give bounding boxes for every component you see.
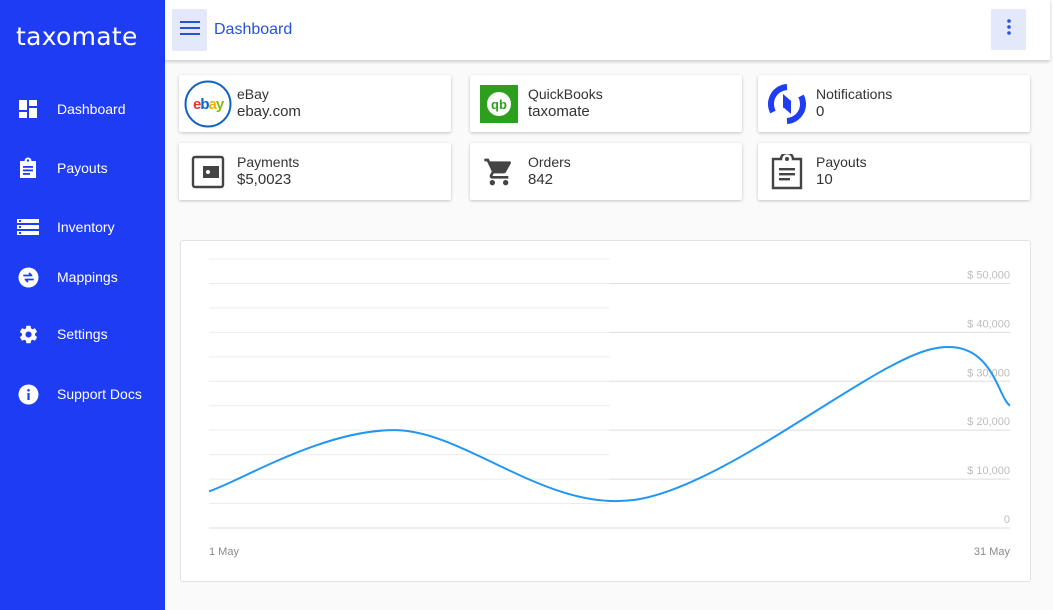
app-root: taxomate Dashboard Payouts Inventory Map…	[0, 0, 1053, 610]
sidebar-item-label: Dashboard	[57, 101, 126, 117]
card-value: taxomate	[528, 103, 590, 120]
card-title: Payouts	[816, 154, 867, 170]
card-ebay[interactable]: ebay eBay ebay.com	[179, 75, 451, 132]
card-value: 10	[816, 171, 833, 188]
sidebar-item-label: Support Docs	[57, 386, 142, 402]
sidebar-item-dashboard[interactable]: Dashboard	[0, 89, 165, 129]
ebay-logo-icon: ebay	[184, 80, 232, 128]
sidebar-item-mappings[interactable]: Mappings	[0, 257, 165, 297]
y-tick-label: $ 10,000	[967, 465, 1010, 477]
card-title: Payments	[237, 154, 300, 170]
card-value: 0	[816, 103, 825, 120]
x-tick-label: 31 May	[974, 546, 1011, 558]
app-logo[interactable]: taxomate	[16, 22, 138, 51]
more-vertical-icon	[1006, 19, 1011, 40]
series-line	[208, 346, 1011, 503]
card-value: 842	[528, 171, 554, 188]
y-tick-label: $ 20,000	[967, 416, 1010, 428]
list-icon	[17, 216, 39, 238]
info-icon	[17, 383, 39, 405]
card-value: $5,0023	[237, 171, 292, 188]
hamburger-icon	[179, 20, 200, 40]
quickbooks-logo-icon: qb	[475, 80, 523, 128]
y-tick-label: 0	[1004, 514, 1010, 526]
sync-icon	[763, 80, 811, 128]
card-payouts[interactable]: Payouts 10	[758, 143, 1030, 200]
card-quickbooks[interactable]: qb QuickBooks taxomate	[470, 75, 742, 132]
swap-icon	[17, 266, 39, 288]
sidebar-item-label: Payouts	[57, 160, 108, 176]
sidebar-item-payouts[interactable]: Payouts	[0, 148, 165, 188]
card-payments[interactable]: Payments $5,0023	[179, 143, 451, 200]
svg-text:ebay: ebay	[193, 96, 225, 113]
clipboard-icon	[17, 157, 39, 179]
card-title: QuickBooks	[528, 86, 603, 102]
clipboard-icon	[763, 148, 811, 196]
sidebar-item-label: Inventory	[57, 219, 115, 235]
sidebar-item-inventory[interactable]: Inventory	[0, 207, 165, 247]
svg-text:qb: qb	[491, 97, 507, 112]
sidebar-item-label: Settings	[57, 326, 108, 342]
x-tick-label: 1 May	[209, 546, 239, 558]
sidebar-item-settings[interactable]: Settings	[0, 314, 165, 354]
wallet-icon	[184, 148, 232, 196]
cart-icon	[475, 148, 523, 196]
card-title: Orders	[528, 154, 571, 170]
card-orders[interactable]: Orders 842	[470, 143, 742, 200]
menu-button[interactable]	[172, 9, 207, 51]
sidebar: taxomate Dashboard Payouts Inventory Map…	[0, 0, 165, 610]
top-bar: Dashboard	[165, 0, 1050, 60]
more-options-button[interactable]	[991, 9, 1026, 50]
sales-chart-card: $ 50,000 $ 40,000 $ 30,000 $ 20,000 $ 10,000…	[180, 240, 1031, 582]
card-title: eBay	[237, 86, 269, 102]
gear-icon	[17, 323, 39, 345]
page-title: Dashboard	[214, 21, 293, 38]
sidebar-item-support-docs[interactable]: Support Docs	[0, 374, 165, 414]
dashboard-icon	[17, 98, 39, 120]
y-tick-label: $ 50,000	[967, 269, 1010, 281]
y-tick-label: $ 40,000	[967, 318, 1010, 330]
card-title: Notifications	[816, 86, 893, 102]
sales-chart: $ 50,000$ 40,000$ 30,000$ 20,000$ 10,000…	[208, 258, 1011, 558]
card-value: ebay.com	[237, 103, 301, 120]
sidebar-item-label: Mappings	[57, 269, 118, 285]
card-notifications[interactable]: Notifications 0	[758, 75, 1030, 132]
